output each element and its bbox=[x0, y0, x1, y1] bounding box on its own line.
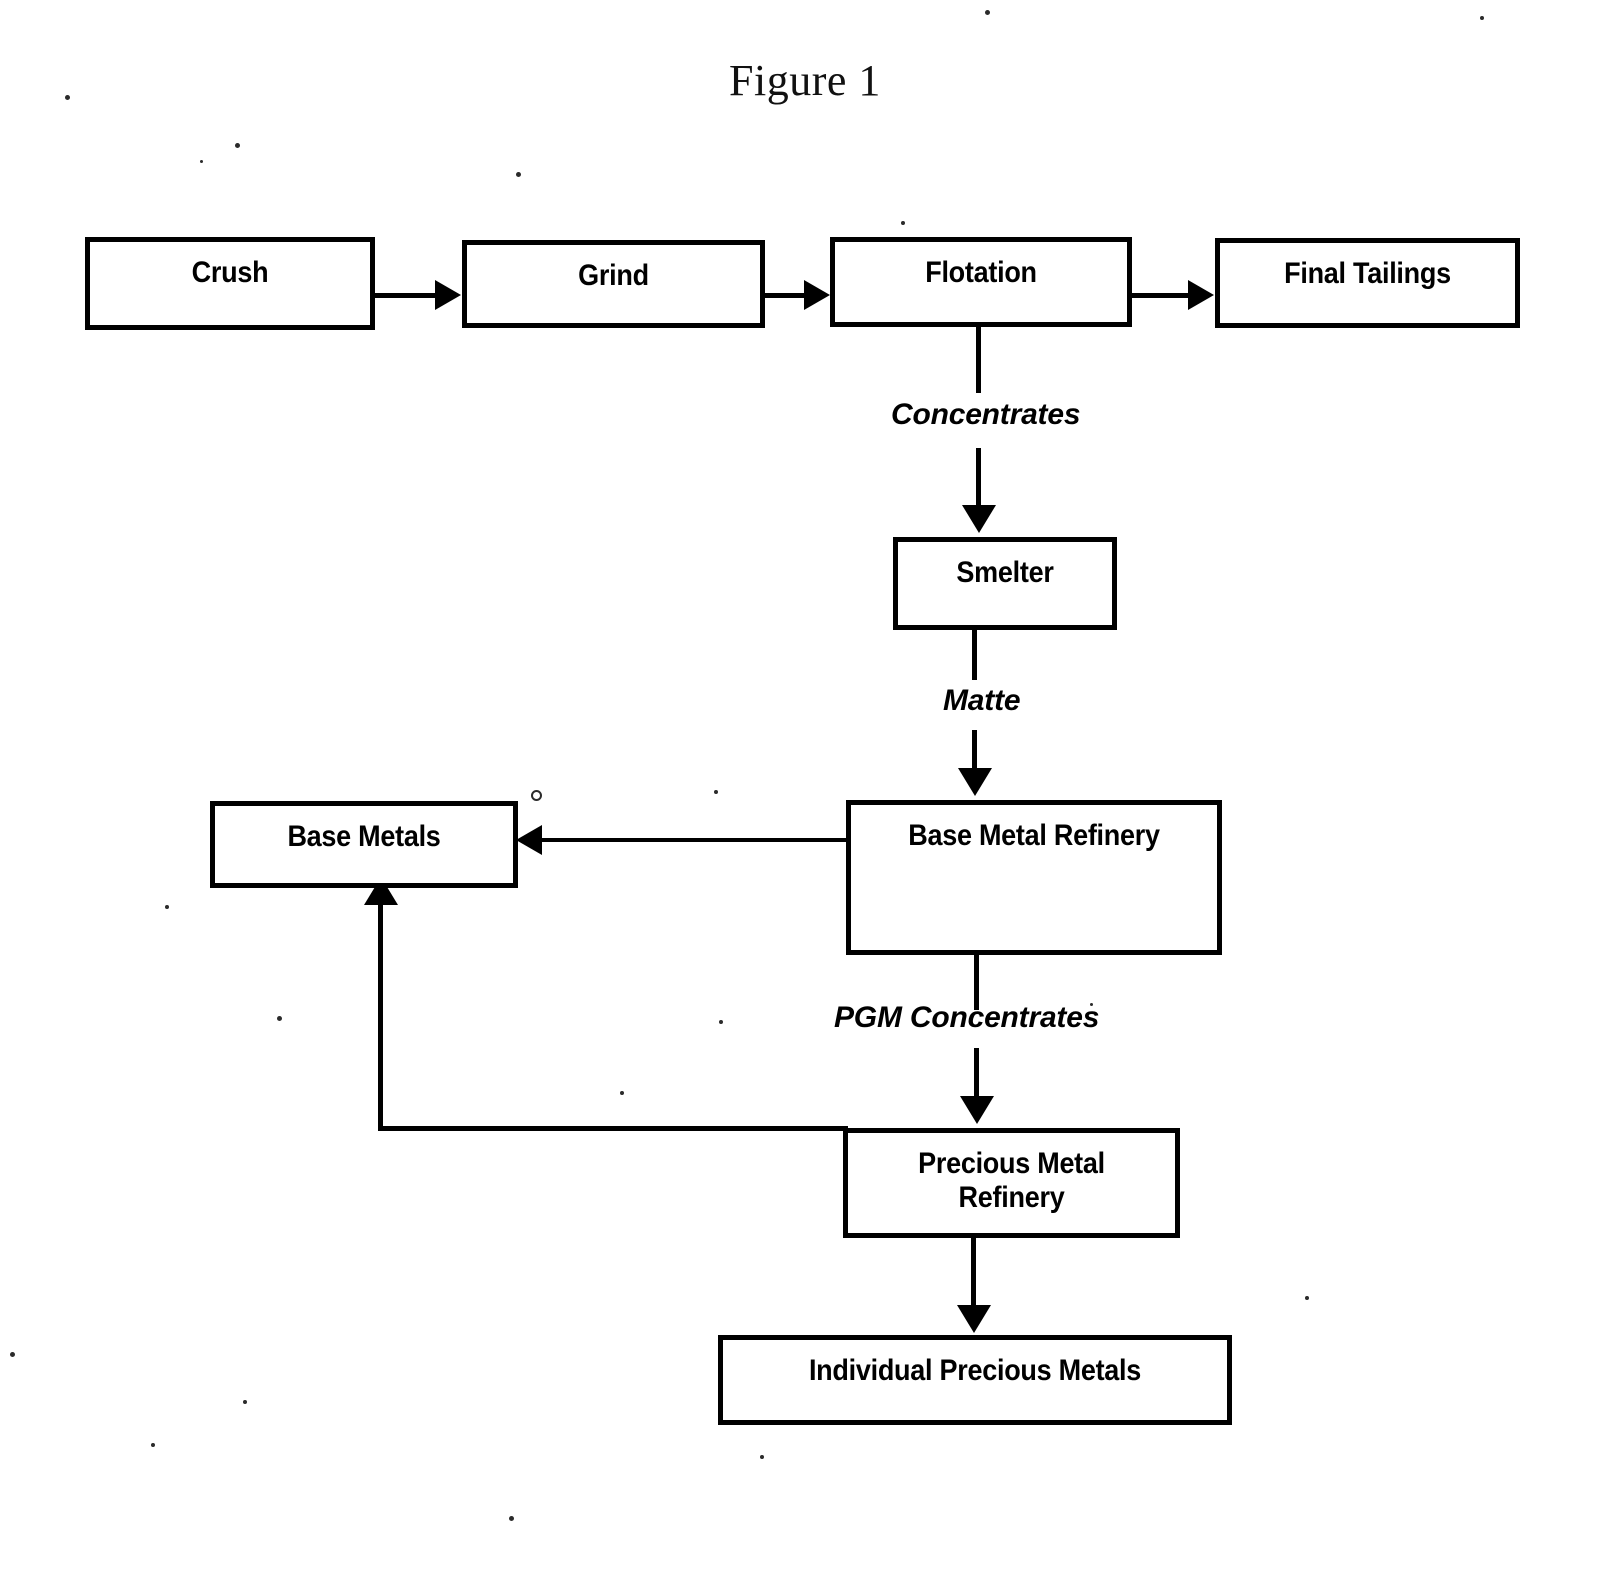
node-smelter[interactable]: Smelter bbox=[893, 537, 1117, 630]
node-flotation-label: Flotation bbox=[925, 256, 1037, 289]
scan-speck bbox=[151, 1443, 155, 1447]
scan-speck bbox=[243, 1400, 247, 1404]
arrowhead-down-icon bbox=[962, 505, 996, 533]
scan-speck bbox=[200, 160, 203, 163]
scan-speck bbox=[509, 1516, 514, 1521]
node-flotation[interactable]: Flotation bbox=[830, 237, 1132, 327]
node-crush[interactable]: Crush bbox=[85, 237, 375, 330]
node-precious-metal-refinery[interactable]: Precious Metal Refinery bbox=[843, 1128, 1180, 1238]
scan-speck bbox=[516, 172, 521, 177]
scan-speck bbox=[714, 790, 718, 794]
flow-label-pgm-concentrates: PGM Concentrates bbox=[834, 1001, 1100, 1034]
scan-speck bbox=[985, 10, 990, 15]
connector-smelter-refinery-lower bbox=[972, 730, 977, 772]
figure-title: Figure 1 bbox=[729, 56, 881, 105]
scan-speck bbox=[1480, 16, 1484, 20]
node-smelter-label: Smelter bbox=[956, 556, 1054, 589]
connector-bmr-pmr-lower bbox=[974, 1048, 979, 1100]
scan-speck bbox=[760, 1455, 764, 1459]
node-base-metal-refinery[interactable]: Base Metal Refinery bbox=[846, 800, 1222, 955]
node-base-metals[interactable]: Base Metals bbox=[210, 801, 518, 888]
node-individual-precious-metals-label: Individual Precious Metals bbox=[808, 1354, 1142, 1387]
node-grind[interactable]: Grind bbox=[462, 240, 765, 328]
connector-flotation-smelter-upper bbox=[976, 327, 981, 393]
connector-smelter-refinery-upper bbox=[972, 630, 977, 680]
scan-speck bbox=[235, 143, 240, 148]
connector-grind-flotation bbox=[765, 293, 807, 298]
flow-label-concentrates: Concentrates bbox=[891, 398, 1081, 431]
arrowhead-down-icon bbox=[958, 768, 992, 796]
arrowhead-right-icon bbox=[1188, 280, 1214, 310]
node-individual-precious-metals[interactable]: Individual Precious Metals bbox=[718, 1335, 1232, 1425]
node-final-tailings-label: Final Tailings bbox=[1284, 257, 1451, 290]
node-grind-label: Grind bbox=[578, 259, 649, 292]
connector-flotation-tailings bbox=[1132, 293, 1190, 298]
figure-canvas: Figure 1 Crush Grind Flotation Final Tai… bbox=[0, 0, 1610, 1586]
node-final-tailings[interactable]: Final Tailings bbox=[1215, 238, 1520, 328]
scan-speck bbox=[10, 1352, 15, 1357]
connector-flotation-smelter-lower bbox=[976, 448, 981, 510]
arrowhead-left-icon bbox=[516, 825, 542, 855]
scan-speck bbox=[719, 1020, 723, 1024]
arrowhead-down-icon bbox=[957, 1305, 991, 1333]
scan-speck bbox=[165, 905, 169, 909]
node-crush-label: Crush bbox=[191, 256, 269, 289]
flow-label-matte: Matte bbox=[943, 684, 1021, 717]
connector-pmr-basemetals-horizontal bbox=[378, 1126, 848, 1131]
connector-pmr-individual bbox=[971, 1238, 976, 1308]
scan-speck bbox=[65, 95, 70, 100]
node-base-metal-refinery-label: Base Metal Refinery bbox=[908, 819, 1160, 852]
arrowhead-right-icon bbox=[804, 280, 830, 310]
connector-refinery-basemetals bbox=[540, 838, 850, 842]
scan-speck bbox=[1305, 1296, 1309, 1300]
arrowhead-down-icon bbox=[960, 1096, 994, 1124]
scan-speck bbox=[901, 221, 905, 225]
connector-crush-grind bbox=[375, 293, 437, 298]
connector-pmr-basemetals-vertical bbox=[378, 903, 383, 1131]
scan-speck bbox=[277, 1016, 282, 1021]
node-base-metals-label: Base Metals bbox=[287, 820, 441, 853]
scan-speck bbox=[620, 1091, 624, 1095]
node-precious-metal-refinery-label: Precious Metal Refinery bbox=[918, 1147, 1105, 1215]
scan-speck bbox=[531, 790, 542, 801]
arrowhead-right-icon bbox=[435, 280, 461, 310]
